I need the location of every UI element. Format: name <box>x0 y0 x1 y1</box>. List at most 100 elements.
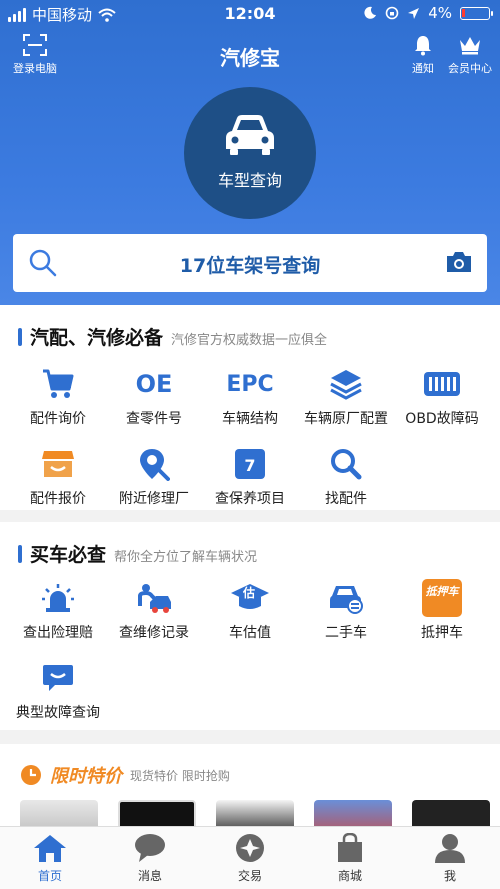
profile-icon <box>435 834 465 863</box>
calendar-day: 7 <box>244 456 256 475</box>
valuation-glyph: 估 <box>243 586 256 600</box>
crown-icon <box>460 37 480 55</box>
product-thumbnail[interactable] <box>216 800 294 826</box>
tab-profile[interactable]: 我 <box>400 827 500 889</box>
magnifier-icon <box>331 449 362 480</box>
parts-inquiry-button[interactable]: 配件询价 <box>10 360 106 440</box>
section-header: 买车必查 帮你全方位了解车辆状况 <box>18 540 257 567</box>
section-special-offers: 限时特价 现货特价 限时抢购 <box>0 744 500 826</box>
special-products <box>20 800 490 826</box>
bell-icon <box>415 36 431 56</box>
location-icon <box>140 449 170 481</box>
grid-label: 车辆原厂配置 <box>304 411 388 427</box>
tab-trade[interactable]: 交易 <box>200 827 300 889</box>
special-title: 限时特价 <box>50 766 122 787</box>
section-header: 汽配、汽修必备 汽修官方权威数据一应俱全 <box>18 323 327 350</box>
shop-icon <box>42 451 74 477</box>
valuation-icon: 估 <box>230 582 270 614</box>
grid-label: 查保养项目 <box>215 491 285 507</box>
member-center-button[interactable]: 会员中心 <box>448 34 492 76</box>
typical-fault-button[interactable]: 典型故障查询 <box>10 654 106 734</box>
car-check-grid: 查出险理赔 查维修记录 估 车估值 二手车 抵押车 抵押车 典型故障查询 <box>10 574 490 734</box>
grid-label: 车辆结构 <box>222 411 278 427</box>
clock-icon <box>21 765 41 785</box>
section-auto-parts: 汽配、汽修必备 汽修官方权威数据一应俱全 配件询价 OE 查零件号 EPC 车辆… <box>0 305 500 510</box>
grid-label: 查出险理赔 <box>23 625 93 641</box>
battery-percent: 4% <box>428 4 452 22</box>
status-bar: 中国移动 12:04 4% <box>0 0 500 28</box>
battery-icon <box>460 6 493 20</box>
part-number-button[interactable]: OE 查零件号 <box>106 360 202 440</box>
car-model-query-label: 车型查询 <box>217 171 282 190</box>
top-nav: 登录电脑 汽修宝 通知 会员中心 <box>0 30 500 80</box>
used-car-button[interactable]: 二手车 <box>298 574 394 654</box>
special-subtitle: 现货特价 限时抢购 <box>130 768 230 783</box>
notify-button[interactable]: 通知 <box>412 34 434 76</box>
tab-mall[interactable]: 商城 <box>300 827 400 889</box>
login-computer-label: 登录电脑 <box>13 62 57 75</box>
repair-icon <box>138 584 171 613</box>
section-title: 买车必查 <box>30 544 107 566</box>
chat-icon <box>43 665 73 691</box>
grid-label: 查零件号 <box>126 411 182 427</box>
alarm-icon <box>42 584 74 612</box>
insurance-claims-button[interactable]: 查出险理赔 <box>10 574 106 654</box>
vin-search-label: 17位车架号查询 <box>179 255 321 277</box>
tab-label: 交易 <box>237 869 262 883</box>
vehicle-structure-button[interactable]: EPC 车辆结构 <box>202 360 298 440</box>
obd-code-button[interactable]: OBD故障码 <box>394 360 490 440</box>
header-hero: 中国移动 12:04 4% 登录电脑 汽修宝 通知 会员中心 车型查询 17位车… <box>0 0 500 305</box>
find-parts-button[interactable]: 找配件 <box>298 440 394 520</box>
section-accent-bar <box>18 327 22 346</box>
camera-icon[interactable] <box>445 250 473 274</box>
moon-icon <box>364 6 377 19</box>
parts-quote-button[interactable]: 配件报价 <box>10 440 106 520</box>
mortgage-icon: 抵押车 <box>422 579 462 617</box>
factory-config-button[interactable]: 车辆原厂配置 <box>298 360 394 440</box>
nav-right: 通知 会员中心 <box>412 34 492 76</box>
bottom-tab-bar: 首页 消息 交易 商城 我 <box>0 826 500 889</box>
login-computer-button[interactable]: 登录电脑 <box>8 34 62 76</box>
grid-label: 查维修记录 <box>119 625 189 641</box>
tab-messages[interactable]: 消息 <box>100 827 200 889</box>
message-icon <box>135 834 165 862</box>
vin-search-bar[interactable]: 17位车架号查询 <box>13 234 487 292</box>
location-arrow-icon <box>408 7 420 19</box>
maintenance-items-button[interactable]: 7 查保养项目 <box>202 440 298 520</box>
tab-label: 我 <box>443 869 456 883</box>
calendar-icon: 7 <box>235 449 265 479</box>
grid-label: 找配件 <box>325 491 367 507</box>
product-thumbnail[interactable] <box>314 800 392 826</box>
grid-label: 配件报价 <box>30 491 86 507</box>
special-header: 限时特价 现货特价 限时抢购 <box>20 762 230 788</box>
grid-label: 车估值 <box>229 625 271 641</box>
tab-label: 首页 <box>37 869 62 883</box>
section-accent-bar <box>18 544 22 563</box>
repair-records-button[interactable]: 查维修记录 <box>106 574 202 654</box>
section-title: 汽配、汽修必备 <box>30 327 164 349</box>
product-thumbnail[interactable] <box>20 800 98 826</box>
car-valuation-button[interactable]: 估 车估值 <box>202 574 298 654</box>
status-right: 4% <box>363 4 493 22</box>
auto-parts-grid: 配件询价 OE 查零件号 EPC 车辆结构 车辆原厂配置 OBD故障码 配件报价… <box>10 360 490 520</box>
car-icon <box>226 115 274 155</box>
oe-icon: OE <box>135 370 173 398</box>
mortgage-car-button[interactable]: 抵押车 抵押车 <box>394 574 490 654</box>
nearby-repair-button[interactable]: 附近修理厂 <box>106 440 202 520</box>
product-thumbnail[interactable] <box>412 800 490 826</box>
car-model-query-button[interactable]: 车型查询 <box>184 87 316 219</box>
tab-label: 消息 <box>137 869 162 883</box>
tab-label: 商城 <box>337 869 362 883</box>
epc-icon: EPC <box>226 371 274 397</box>
section-subtitle: 帮你全方位了解车辆状况 <box>114 550 258 565</box>
section-subtitle: 汽修官方权威数据一应俱全 <box>171 333 328 348</box>
lock-rotation-icon <box>385 6 399 20</box>
grid-label: 配件询价 <box>30 411 86 427</box>
scan-icon <box>23 34 47 56</box>
section-car-check: 买车必查 帮你全方位了解车辆状况 查出险理赔 查维修记录 估 车估值 二手车 抵… <box>0 522 500 730</box>
layers-icon <box>330 370 362 400</box>
member-center-label: 会员中心 <box>448 62 492 75</box>
tab-home[interactable]: 首页 <box>0 827 100 889</box>
home-icon <box>34 835 66 862</box>
product-thumbnail[interactable] <box>118 800 196 826</box>
